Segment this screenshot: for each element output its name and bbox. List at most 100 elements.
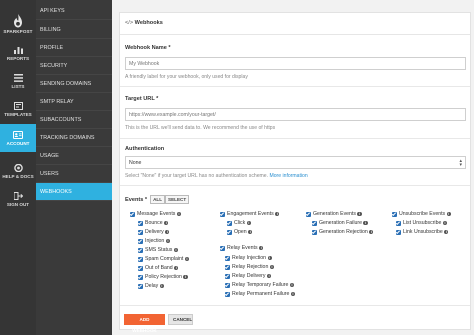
checkbox-label: Bounce — [145, 220, 163, 226]
events-all-button[interactable]: ALL — [150, 195, 166, 204]
rail-item-account[interactable]: ACCOUNT — [0, 124, 36, 152]
spam-complaint-checkbox[interactable]: Spam Complaint i — [138, 255, 190, 263]
info-icon[interactable]: i — [267, 255, 272, 261]
injection-checkbox[interactable]: Injection i — [138, 237, 171, 245]
checkbox-label: Delivery — [145, 229, 164, 235]
info-icon[interactable]: i — [164, 220, 169, 226]
info-icon[interactable]: i — [246, 220, 251, 226]
subnav-item-sending-domains[interactable]: SENDING DOMAINS — [36, 75, 112, 93]
info-icon[interactable]: i — [442, 220, 448, 226]
rail-item-templates[interactable]: TEMPLATES — [0, 98, 36, 120]
delay-checkbox[interactable]: Delay i — [138, 282, 164, 290]
click-checkbox[interactable]: Click i — [227, 219, 251, 227]
unsubscribe-events-checkbox[interactable]: Unsubscribe Events i — [392, 210, 451, 218]
checkbox-label: Relay Temporary Failure — [232, 282, 289, 288]
info-icon[interactable]: i — [183, 274, 188, 280]
authentication-value: None — [129, 160, 142, 166]
relay-permanent-failure-checkbox[interactable]: Relay Permanent Failure i — [225, 290, 296, 298]
delivery-checkbox[interactable]: Delivery i — [138, 228, 170, 236]
subnav-item-billing[interactable]: BILLING — [36, 21, 112, 39]
authentication-select[interactable]: None ▴ ▾ — [125, 156, 466, 169]
relay-delivery-checkbox[interactable]: Relay Delivery i — [225, 272, 272, 280]
info-icon[interactable]: i — [269, 264, 275, 270]
checkbox-label: Open — [234, 229, 247, 235]
relay-temporary-failure-checkbox[interactable]: Relay Temporary Failure i — [225, 281, 295, 289]
info-icon[interactable]: i — [363, 220, 368, 226]
generation-events-checkbox[interactable]: Generation Events i — [306, 210, 362, 218]
info-icon[interactable]: i — [275, 211, 280, 217]
subnav-item-users[interactable]: USERS — [36, 165, 112, 183]
info-icon[interactable]: i — [173, 247, 179, 253]
code-icon: </> — [125, 20, 134, 26]
checkbox-checked — [220, 245, 225, 251]
app: SPARKPOST REPORTS LISTS TEMPLATES ACCOUN… — [0, 0, 474, 335]
relay-events-checkbox[interactable]: Relay Events i — [220, 244, 264, 252]
checkbox-checked — [138, 220, 143, 226]
subnav-item-webhooks[interactable]: WEBHOOKS — [36, 183, 112, 201]
info-icon[interactable]: i — [290, 291, 296, 297]
template-icon — [13, 101, 23, 110]
rail-item-help-docs[interactable]: HELP & DOCS — [0, 160, 36, 182]
info-icon[interactable]: i — [184, 256, 190, 262]
info-icon[interactable]: i — [444, 229, 449, 235]
message-events-checkbox[interactable]: Message Events i — [130, 210, 182, 218]
checkbox-label: Message Events — [137, 211, 176, 217]
info-icon[interactable]: i — [165, 229, 170, 235]
checkbox-label: Generation Rejection — [319, 229, 368, 235]
subnav-item-profile[interactable]: PROFILE — [36, 39, 112, 57]
sparkpost-logo[interactable]: SPARKPOST — [0, 0, 36, 34]
rail-item-sign-out[interactable]: SIGN OUT — [0, 188, 36, 210]
checkbox-label: Link Unsubscribe — [403, 229, 443, 235]
info-icon[interactable]: i — [446, 211, 451, 217]
list-unsubscribe-checkbox[interactable]: List Unsubscribe i — [396, 219, 448, 227]
relay-injection-checkbox[interactable]: Relay Injection i — [225, 254, 272, 262]
rail-item-reports[interactable]: REPORTS — [0, 42, 36, 64]
generation-rejection-checkbox[interactable]: Generation Rejection i — [312, 228, 374, 236]
checkbox-label: Injection — [145, 238, 165, 244]
info-icon[interactable]: i — [176, 211, 182, 217]
link-unsubscribe-checkbox[interactable]: Link Unsubscribe i — [396, 228, 449, 236]
checkbox-label: Policy Rejection — [145, 274, 182, 280]
checkbox-label: SMS Status — [145, 247, 173, 253]
events-select-button[interactable]: SELECT — [165, 195, 190, 204]
info-icon[interactable]: i — [259, 245, 264, 251]
checkbox-label: Relay Permanent Failure — [232, 291, 290, 297]
info-icon[interactable]: i — [165, 238, 171, 244]
info-icon[interactable]: i — [159, 283, 164, 289]
bounce-checkbox[interactable]: Bounce i — [138, 219, 169, 227]
info-icon[interactable]: i — [266, 273, 272, 279]
subnav-item-usage[interactable]: USAGE — [36, 147, 112, 165]
target-url-input[interactable] — [125, 108, 466, 121]
open-checkbox[interactable]: Open i — [227, 228, 253, 236]
subnav-item-tracking-domains[interactable]: TRACKING DOMAINS — [36, 129, 112, 147]
checkbox-label: Spam Complaint — [145, 256, 184, 262]
info-icon[interactable]: i — [248, 229, 253, 235]
sms-status-checkbox[interactable]: SMS Status i — [138, 246, 179, 254]
sign-out-icon — [13, 191, 23, 200]
out-of-band-checkbox[interactable]: Out of Band i — [138, 264, 179, 272]
subnav-item-subaccounts[interactable]: SUBACCOUNTS — [36, 111, 112, 129]
info-icon[interactable]: i — [357, 211, 362, 217]
generation-failure-checkbox[interactable]: Generation Failure i — [312, 219, 368, 227]
subnav-item-api-keys[interactable]: API KEYS — [36, 2, 112, 20]
info-icon[interactable]: i — [174, 265, 179, 271]
cancel-button[interactable]: CANCEL — [168, 314, 193, 325]
rail-item-lists[interactable]: LISTS — [0, 70, 36, 92]
engagement-events-checkbox[interactable]: Engagement Events i — [220, 210, 280, 218]
policy-rejection-checkbox[interactable]: Policy Rejection i — [138, 273, 188, 281]
checkbox-label: Engagement Events — [227, 211, 274, 217]
bar-chart-icon — [13, 46, 23, 54]
checkbox-label: Relay Delivery — [232, 273, 266, 279]
info-icon[interactable]: i — [289, 282, 295, 288]
checkbox-checked — [220, 211, 225, 217]
select-arrows-icon: ▴ ▾ — [459, 158, 462, 168]
more-information-link[interactable]: More information — [269, 173, 307, 179]
subnav-item-smtp-relay[interactable]: SMTP RELAY — [36, 93, 112, 111]
subnav-item-security[interactable]: SECURITY — [36, 57, 112, 75]
rail-item-label: REPORTS — [6, 55, 30, 61]
webhook-name-input[interactable] — [125, 57, 466, 70]
add-webhook-button[interactable]: ADD WEBHOOK — [124, 314, 165, 333]
info-icon[interactable]: i — [369, 229, 374, 235]
flame-icon — [14, 14, 22, 28]
relay-rejection-checkbox[interactable]: Relay Rejection i — [225, 263, 275, 271]
